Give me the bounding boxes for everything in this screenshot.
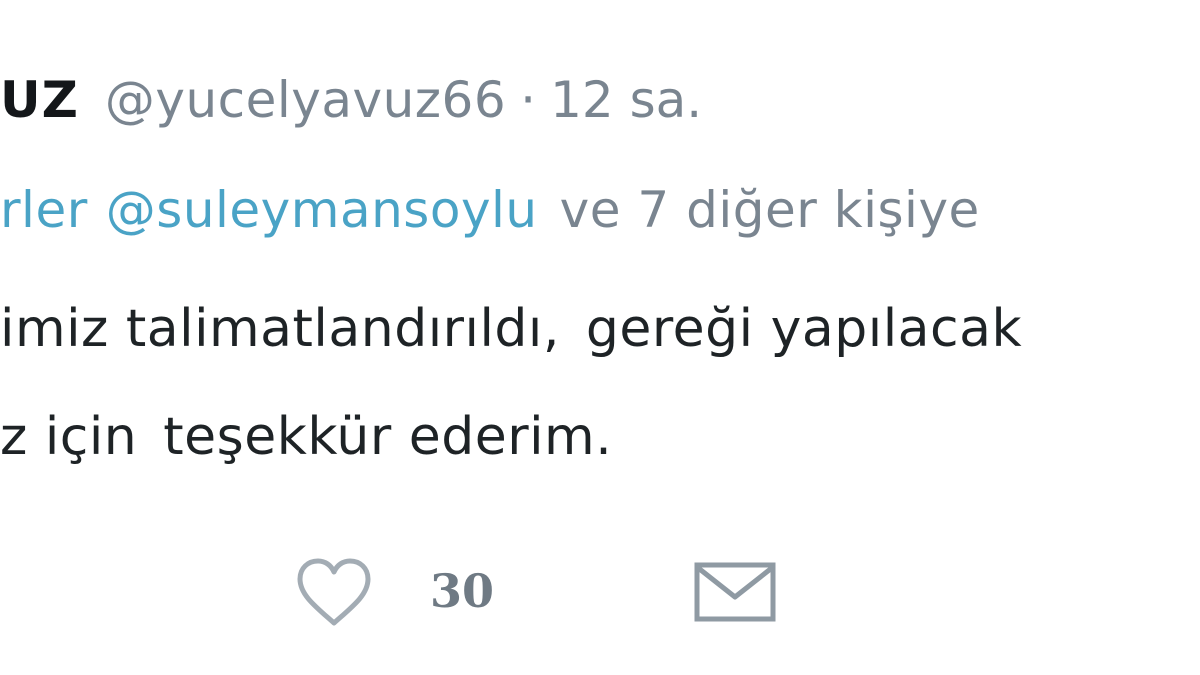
reply-mention-link[interactable]: @suleymansoylu <box>106 181 538 239</box>
tweet-text-part: imiz talimatlandırıldı, <box>0 299 560 359</box>
author-handle[interactable]: @yucelyavuz66 <box>105 71 506 129</box>
tweet-body-line-1: imiz talimatlandırıldı, gereği yapılacak <box>0 298 1022 360</box>
author-name[interactable]: UZ <box>0 71 79 129</box>
tweet-actions: 30 <box>0 545 1200 635</box>
envelope-icon[interactable] <box>693 559 777 625</box>
tweet-header: UZ @yucelyavuz66 · 12 sa. <box>0 70 702 130</box>
tweet-card: UZ @yucelyavuz66 · 12 sa. rler @suleymansoyl… <box>0 0 1200 675</box>
tweet-timestamp[interactable]: 12 sa. <box>550 71 702 129</box>
reply-context: rler @suleymansoylu ve 7 diğer kişiye <box>0 180 980 240</box>
tweet-body-line-2: z için teşekkür ederim. <box>0 406 612 468</box>
header-separator: · <box>520 71 537 129</box>
reply-prefix[interactable]: rler <box>0 181 88 239</box>
tweet-text-part: z için <box>0 407 138 467</box>
tweet-text-part: teşekkür ederim. <box>163 407 613 467</box>
reply-others-text[interactable]: ve 7 diğer kişiye <box>560 181 980 239</box>
like-count[interactable]: 30 <box>430 563 494 619</box>
heart-icon[interactable] <box>294 557 374 629</box>
tweet-text-part: gereği yapılacak <box>585 299 1023 359</box>
